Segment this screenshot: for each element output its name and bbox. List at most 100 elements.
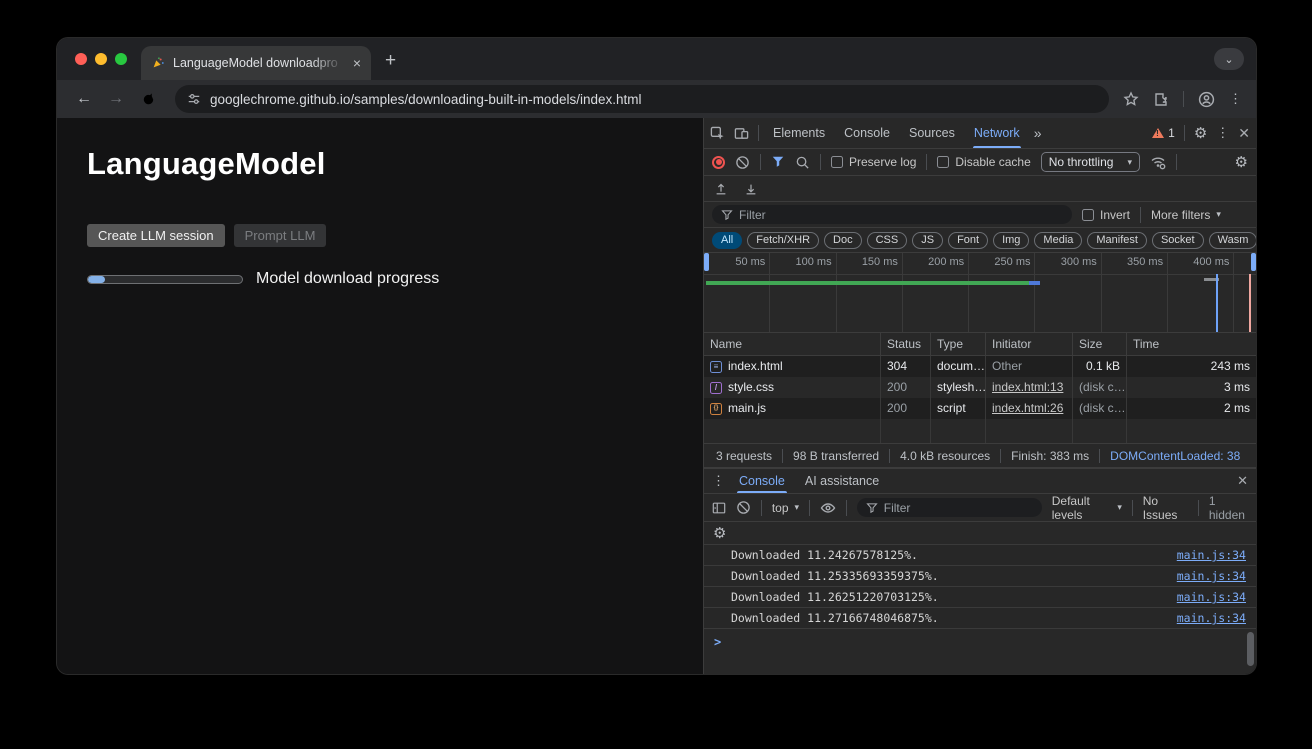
source-link[interactable]: main.js:34 [1177,545,1246,565]
console-sidebar-icon[interactable] [712,501,726,515]
request-time-cell[interactable]: 2 ms [1127,398,1256,419]
network-filter-input[interactable] [739,208,1063,222]
request-initiator-cell[interactable]: index.html:13 [986,377,1073,398]
request-size-cell[interactable]: (disk c… [1073,398,1127,419]
request-type-cell[interactable]: docum… [931,356,986,377]
site-settings-icon[interactable] [187,92,201,106]
table-column-header[interactable]: Name [704,333,881,356]
profile-avatar-icon[interactable] [1198,91,1215,108]
request-type-cell[interactable]: stylesh… [931,377,986,398]
issues-counter[interactable]: 1 [1152,126,1175,140]
drawer-menu-kebab-icon[interactable]: ⋮ [712,473,725,489]
request-initiator-cell[interactable]: Other [986,356,1073,377]
request-type-chip[interactable]: Doc [824,232,862,249]
request-type-chip[interactable]: Media [1034,232,1082,249]
request-time-cell[interactable]: 243 ms [1127,356,1256,377]
record-network-log-button[interactable] [712,156,725,169]
devtools-panel-tab[interactable]: Elements [768,118,830,148]
drawer-close-icon[interactable]: ✕ [1237,473,1248,489]
devtools-menu-kebab-icon[interactable]: ⋮ [1216,125,1229,141]
console-message-row[interactable]: Downloaded 11.27166748046875%. main.js:3… [704,607,1256,628]
source-link[interactable]: main.js:34 [1177,566,1246,586]
network-overview-timeline[interactable]: 50 ms 100 ms 150 ms 200 ms [704,253,1256,333]
invert-checkbox[interactable]: Invert [1082,208,1130,222]
request-initiator-cell[interactable]: index.html:26 [986,398,1073,419]
console-message-row[interactable]: Downloaded 11.24267578125%. main.js:34 [704,544,1256,565]
back-button[interactable]: ← [71,86,97,112]
devtools-close-icon[interactable]: ✕ [1238,125,1250,142]
request-type-chip[interactable]: All [712,232,742,249]
more-filters-dropdown[interactable]: More filters ▾ [1151,208,1221,222]
window-minimize-button[interactable] [95,53,107,65]
drawer-tab[interactable]: Console [735,469,789,493]
table-column-header[interactable]: Initiator [986,333,1073,356]
network-conditions-icon[interactable] [1150,154,1166,170]
tab-search-button[interactable]: ⌄ [1214,48,1244,70]
reload-button[interactable] [135,86,161,112]
request-size-cell[interactable]: 0.1 kB [1073,356,1127,377]
browser-menu-kebab-icon[interactable]: ⋮ [1229,91,1242,107]
more-panels-chevron-icon[interactable]: » [1034,125,1042,141]
import-har-icon[interactable] [714,182,728,196]
window-zoom-button[interactable] [115,53,127,65]
filter-funnel-icon[interactable] [771,155,785,169]
drawer-tab[interactable]: AI assistance [801,469,883,493]
request-type-chip[interactable]: Img [993,232,1029,249]
throttling-dropdown[interactable]: No throttling ▾ [1041,152,1140,172]
console-context-selector[interactable]: top ▾ [772,501,799,515]
prompt-llm-button[interactable]: Prompt LLM [234,224,327,247]
disable-cache-checkbox[interactable]: Disable cache [937,155,1030,169]
overview-right-handle[interactable] [1251,253,1256,271]
device-toolbar-icon[interactable] [734,126,749,141]
devtools-panel-tab[interactable]: Network [969,118,1025,148]
request-name-cell[interactable]: main.js [704,398,881,419]
table-column-header[interactable]: Size [1073,333,1127,356]
browser-tab[interactable]: LanguageModel downloadpro × [141,46,371,80]
request-type-cell[interactable]: script [931,398,986,419]
bookmark-star-icon[interactable] [1123,91,1139,107]
search-icon[interactable] [795,155,810,170]
export-har-icon[interactable] [744,182,758,196]
request-type-chip[interactable]: JS [912,232,943,249]
devtools-panel-tab[interactable]: Console [839,118,895,148]
network-settings-gear-icon[interactable]: ⚙ [1235,155,1248,170]
request-name-cell[interactable]: style.css [704,377,881,398]
request-type-chip[interactable]: Fetch/XHR [747,232,819,249]
hidden-messages-label[interactable]: 1 hidden [1209,494,1248,522]
request-status-cell[interactable]: 304 [881,356,931,377]
clear-network-log-icon[interactable] [735,155,750,170]
omnibox[interactable]: googlechrome.github.io/samples/downloadi… [175,85,1109,113]
request-name-cell[interactable]: index.html [704,356,881,377]
console-message-row[interactable]: Downloaded 11.26251220703125%. main.js:3… [704,586,1256,607]
console-settings-gear-icon[interactable]: ⚙ [713,526,726,541]
scrollbar-thumb[interactable] [1247,632,1254,666]
source-link[interactable]: main.js:34 [1177,608,1246,628]
clear-console-icon[interactable] [736,500,751,515]
request-time-cell[interactable]: 3 ms [1127,377,1256,398]
request-size-cell[interactable]: (disk c… [1073,377,1127,398]
inspect-element-icon[interactable] [710,126,725,141]
console-prompt[interactable]: > [704,628,1256,655]
overview-left-handle[interactable] [704,253,709,271]
forward-button[interactable]: → [103,86,129,112]
request-type-chip[interactable]: CSS [867,232,908,249]
source-link[interactable]: main.js:34 [1177,587,1246,607]
extensions-puzzle-icon[interactable] [1153,91,1169,107]
devtools-settings-gear-icon[interactable]: ⚙ [1194,126,1207,141]
console-filter-input[interactable] [884,501,1033,515]
console-levels-dropdown[interactable]: Default levels ▾ [1052,494,1122,522]
preserve-log-checkbox[interactable]: Preserve log [831,155,916,169]
live-expression-eye-icon[interactable] [820,500,836,516]
no-issues-label[interactable]: No Issues [1143,494,1188,522]
new-tab-button[interactable]: + [385,50,396,72]
window-close-button[interactable] [75,53,87,65]
request-type-chip[interactable]: Font [948,232,988,249]
request-status-cell[interactable]: 200 [881,398,931,419]
devtools-panel-tab[interactable]: Sources [904,118,960,148]
request-type-chip[interactable]: Manifest [1087,232,1147,249]
table-column-header[interactable]: Status [881,333,931,356]
tab-close-icon[interactable]: × [353,56,361,70]
table-column-header[interactable]: Time [1127,333,1256,356]
console-message-row[interactable]: Downloaded 11.25335693359375%. main.js:3… [704,565,1256,586]
request-type-chip[interactable]: Socket [1152,232,1204,249]
